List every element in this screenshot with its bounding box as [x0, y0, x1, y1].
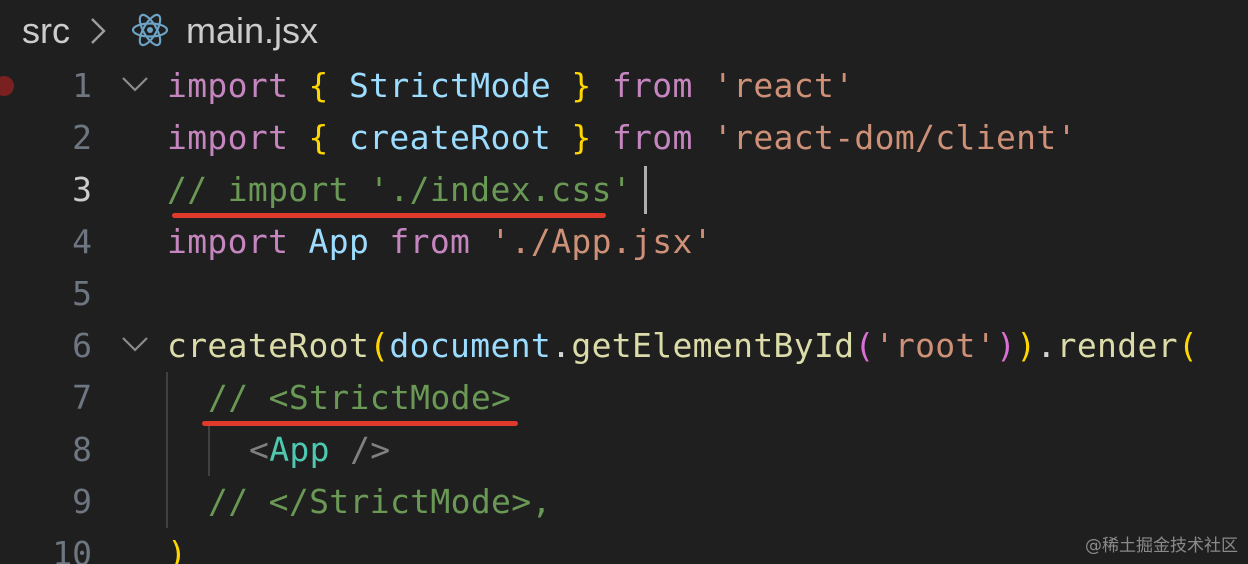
token: )	[995, 326, 1017, 365]
breadcrumb: src main.jsx	[0, 0, 1248, 60]
code-text: createRoot(document.getElementById('root…	[167, 320, 1198, 372]
line-number: 5	[72, 274, 92, 313]
token: )	[1016, 326, 1037, 365]
line-number: 8	[72, 430, 92, 469]
token: import	[167, 118, 289, 157]
code-line[interactable]: 9 // </StrictMode>,	[0, 476, 1248, 528]
token: import	[167, 66, 289, 105]
code-line[interactable]: 10 )	[0, 528, 1248, 564]
token: />	[329, 430, 391, 469]
token: getElementById	[571, 326, 855, 365]
fold-chevron-icon[interactable]	[120, 74, 150, 96]
line-number: 1	[72, 66, 92, 105]
token: .	[1036, 326, 1057, 365]
code-line-active[interactable]: 3 // import './index.css'	[0, 164, 1248, 216]
code-text: // import './index.css'	[167, 170, 633, 209]
code-text: import App from './App.jsx'	[167, 216, 713, 268]
token: createRoot	[348, 118, 552, 157]
token: './App.jsx'	[490, 222, 713, 261]
code-editor[interactable]: src main.jsx 1 import { StrictMode } fro…	[0, 0, 1248, 564]
token: render	[1056, 326, 1178, 365]
token: document	[389, 326, 552, 365]
react-icon	[131, 13, 169, 47]
token: App	[308, 222, 370, 261]
token: StrictMode	[348, 66, 552, 105]
fold-chevron-icon[interactable]	[120, 334, 150, 356]
code-text: <App />	[249, 424, 391, 476]
line-number: 2	[72, 118, 92, 157]
token: 'root'	[874, 326, 996, 365]
token: App	[269, 430, 330, 469]
chevron-right-icon	[91, 18, 106, 44]
token: (	[369, 326, 390, 365]
token: import	[167, 222, 289, 261]
token: from	[611, 118, 693, 157]
token: <	[249, 430, 270, 469]
breadcrumb-file[interactable]: main.jsx	[186, 9, 318, 53]
code-text: import { createRoot } from 'react-dom/cl…	[167, 112, 1077, 164]
token: createRoot	[167, 326, 370, 365]
code-line[interactable]: 2 import { createRoot } from 'react-dom/…	[0, 112, 1248, 164]
text-cursor	[644, 166, 647, 214]
token: from	[389, 222, 471, 261]
watermark-text: @稀土掘金技术社区	[1085, 536, 1238, 556]
token: 'react-dom/client'	[712, 118, 1077, 157]
token: 'react'	[712, 66, 855, 105]
code-line[interactable]: 8 <App />	[0, 424, 1248, 476]
line-number: 10	[52, 534, 92, 564]
line-number: 9	[72, 482, 92, 521]
line-number: 6	[72, 326, 92, 365]
code-line[interactable]: 6 createRoot(document.getElementById('ro…	[0, 320, 1248, 372]
line-number: 3	[72, 170, 92, 209]
breadcrumb-folder[interactable]: src	[22, 9, 70, 53]
code-text: import { StrictMode } from 'react'	[167, 60, 854, 112]
token: .	[551, 326, 572, 365]
code-text: // <StrictMode>	[208, 378, 512, 417]
token: (	[854, 326, 875, 365]
token: from	[611, 66, 693, 105]
code-line[interactable]: 1 import { StrictMode } from 'react'	[0, 60, 1248, 112]
line-number: 7	[72, 378, 92, 417]
code-text: // </StrictMode>,	[208, 482, 552, 521]
token: {	[308, 66, 329, 105]
token: }	[571, 118, 592, 157]
code-text: )	[167, 534, 188, 564]
code-line[interactable]: 5	[0, 268, 1248, 320]
token: {	[308, 118, 329, 157]
code-line[interactable]: 7 // <StrictMode>	[0, 372, 1248, 424]
token: }	[571, 66, 592, 105]
token: (	[1177, 326, 1199, 365]
code-line[interactable]: 4 import App from './App.jsx'	[0, 216, 1248, 268]
line-number: 4	[72, 222, 92, 261]
